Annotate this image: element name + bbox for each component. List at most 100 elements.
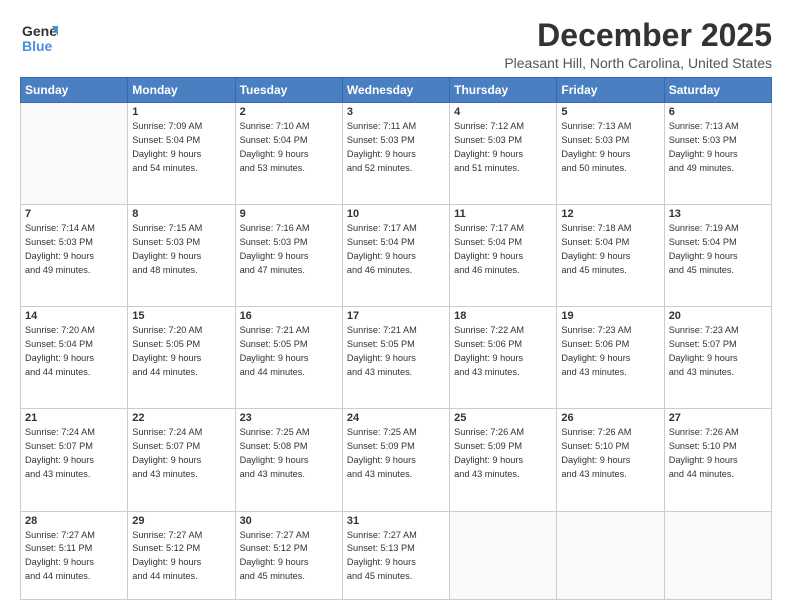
day-number: 17 bbox=[347, 310, 445, 322]
table-row: 16 Sunrise: 7:21 AMSunset: 5:05 PMDayligh… bbox=[235, 307, 342, 409]
day-number: 20 bbox=[669, 310, 767, 322]
day-info: Sunrise: 7:27 AMSunset: 5:12 PMDaylight:… bbox=[132, 529, 230, 584]
day-info: Sunrise: 7:15 AMSunset: 5:03 PMDaylight:… bbox=[132, 222, 230, 277]
page: General Blue December 2025 Pleasant Hill… bbox=[0, 0, 792, 612]
header-row: Sunday Monday Tuesday Wednesday Thursday… bbox=[21, 78, 772, 103]
day-number: 23 bbox=[240, 412, 338, 424]
day-info: Sunrise: 7:12 AMSunset: 5:03 PMDaylight:… bbox=[454, 120, 552, 175]
day-number: 18 bbox=[454, 310, 552, 322]
svg-text:General: General bbox=[22, 23, 58, 39]
day-number: 10 bbox=[347, 208, 445, 220]
day-info: Sunrise: 7:09 AMSunset: 5:04 PMDaylight:… bbox=[132, 120, 230, 175]
table-row: 19Sunrise: 7:23 AMSunset: 5:06 PMDayligh… bbox=[557, 307, 664, 409]
day-number: 13 bbox=[669, 208, 767, 220]
title-block: December 2025 Pleasant Hill, North Carol… bbox=[504, 18, 772, 71]
table-row: 30 Sunrise: 7:27 AMSunset: 5:12 PMDayligh… bbox=[235, 511, 342, 599]
table-row: 6Sunrise: 7:13 AMSunset: 5:03 PMDaylight… bbox=[664, 103, 771, 205]
day-number: 24 bbox=[347, 412, 445, 424]
day-number: 30 bbox=[240, 515, 338, 527]
day-info: Sunrise: 7:21 AMSunset: 5:05 PMDaylight:… bbox=[347, 324, 445, 379]
day-info: Sunrise: 7:13 AMSunset: 5:03 PMDaylight:… bbox=[561, 120, 659, 175]
day-info: Sunrise: 7:25 AMSunset: 5:09 PMDaylight:… bbox=[347, 426, 445, 481]
day-number: 7 bbox=[25, 208, 123, 220]
day-info: Sunrise: 7:14 AMSunset: 5:03 PMDaylight:… bbox=[25, 222, 123, 277]
day-info: Sunrise: 7:20 AMSunset: 5:04 PMDaylight:… bbox=[25, 324, 123, 379]
day-info: Sunrise: 7:22 AMSunset: 5:06 PMDaylight:… bbox=[454, 324, 552, 379]
day-info: Sunrise: 7:17 AMSunset: 5:04 PMDaylight:… bbox=[454, 222, 552, 277]
table-row: 8 Sunrise: 7:15 AMSunset: 5:03 PMDaylight… bbox=[128, 205, 235, 307]
day-number: 15 bbox=[132, 310, 230, 322]
day-number: 4 bbox=[454, 106, 552, 118]
table-row: 9 Sunrise: 7:16 AMSunset: 5:03 PMDaylight… bbox=[235, 205, 342, 307]
calendar-header: Sunday Monday Tuesday Wednesday Thursday… bbox=[21, 78, 772, 103]
table-row: 7 Sunrise: 7:14 AMSunset: 5:03 PMDaylight… bbox=[21, 205, 128, 307]
table-row: 14Sunrise: 7:20 AMSunset: 5:04 PMDayligh… bbox=[21, 307, 128, 409]
table-row bbox=[450, 511, 557, 599]
day-info: Sunrise: 7:26 AMSunset: 5:10 PMDaylight:… bbox=[669, 426, 767, 481]
table-row: 5 Sunrise: 7:13 AMSunset: 5:03 PMDaylight… bbox=[557, 103, 664, 205]
day-number: 5 bbox=[561, 106, 659, 118]
svg-text:Blue: Blue bbox=[22, 38, 53, 54]
day-number: 21 bbox=[25, 412, 123, 424]
table-row: 24 Sunrise: 7:25 AMSunset: 5:09 PMDayligh… bbox=[342, 409, 449, 511]
day-info: Sunrise: 7:11 AMSunset: 5:03 PMDaylight:… bbox=[347, 120, 445, 175]
day-number: 26 bbox=[561, 412, 659, 424]
day-number: 25 bbox=[454, 412, 552, 424]
day-info: Sunrise: 7:17 AMSunset: 5:04 PMDaylight:… bbox=[347, 222, 445, 277]
day-info: Sunrise: 7:21 AMSunset: 5:05 PMDaylight:… bbox=[240, 324, 338, 379]
day-number: 8 bbox=[132, 208, 230, 220]
logo-icon: General Blue bbox=[20, 18, 58, 56]
day-number: 27 bbox=[669, 412, 767, 424]
table-row: 27 Sunrise: 7:26 AMSunset: 5:10 PMDayligh… bbox=[664, 409, 771, 511]
day-number: 3 bbox=[347, 106, 445, 118]
day-info: Sunrise: 7:26 AMSunset: 5:10 PMDaylight:… bbox=[561, 426, 659, 481]
col-wednesday: Wednesday bbox=[342, 78, 449, 103]
table-row: 26 Sunrise: 7:26 AMSunset: 5:10 PMDayligh… bbox=[557, 409, 664, 511]
day-info: Sunrise: 7:26 AMSunset: 5:09 PMDaylight:… bbox=[454, 426, 552, 481]
day-info: Sunrise: 7:10 AMSunset: 5:04 PMDaylight:… bbox=[240, 120, 338, 175]
table-row: 11 Sunrise: 7:17 AMSunset: 5:04 PMDayligh… bbox=[450, 205, 557, 307]
table-row: 29Sunrise: 7:27 AMSunset: 5:12 PMDayligh… bbox=[128, 511, 235, 599]
table-row: 15 Sunrise: 7:20 AMSunset: 5:05 PMDayligh… bbox=[128, 307, 235, 409]
day-info: Sunrise: 7:19 AMSunset: 5:04 PMDaylight:… bbox=[669, 222, 767, 277]
table-row: 28 Sunrise: 7:27 AMSunset: 5:11 PMDayligh… bbox=[21, 511, 128, 599]
table-row: 25 Sunrise: 7:26 AMSunset: 5:09 PMDayligh… bbox=[450, 409, 557, 511]
day-info: Sunrise: 7:23 AMSunset: 5:06 PMDaylight:… bbox=[561, 324, 659, 379]
day-number: 2 bbox=[240, 106, 338, 118]
day-info: Sunrise: 7:20 AMSunset: 5:05 PMDaylight:… bbox=[132, 324, 230, 379]
day-info: Sunrise: 7:27 AMSunset: 5:11 PMDaylight:… bbox=[25, 529, 123, 584]
day-info: Sunrise: 7:27 AMSunset: 5:12 PMDaylight:… bbox=[240, 529, 338, 584]
day-number: 12 bbox=[561, 208, 659, 220]
table-row: 10 Sunrise: 7:17 AMSunset: 5:04 PMDayligh… bbox=[342, 205, 449, 307]
day-number: 31 bbox=[347, 515, 445, 527]
col-tuesday: Tuesday bbox=[235, 78, 342, 103]
col-saturday: Saturday bbox=[664, 78, 771, 103]
day-info: Sunrise: 7:24 AMSunset: 5:07 PMDaylight:… bbox=[25, 426, 123, 481]
table-row bbox=[664, 511, 771, 599]
day-info: Sunrise: 7:18 AMSunset: 5:04 PMDaylight:… bbox=[561, 222, 659, 277]
table-row: 1Sunrise: 7:09 AMSunset: 5:04 PMDaylight… bbox=[128, 103, 235, 205]
day-number: 9 bbox=[240, 208, 338, 220]
location-subtitle: Pleasant Hill, North Carolina, United St… bbox=[504, 55, 772, 71]
day-info: Sunrise: 7:16 AMSunset: 5:03 PMDaylight:… bbox=[240, 222, 338, 277]
table-row: 12 Sunrise: 7:18 AMSunset: 5:04 PMDayligh… bbox=[557, 205, 664, 307]
calendar-table: Sunday Monday Tuesday Wednesday Thursday… bbox=[20, 77, 772, 600]
day-number: 11 bbox=[454, 208, 552, 220]
table-row: 18 Sunrise: 7:22 AMSunset: 5:06 PMDayligh… bbox=[450, 307, 557, 409]
day-info: Sunrise: 7:27 AMSunset: 5:13 PMDaylight:… bbox=[347, 529, 445, 584]
day-number: 16 bbox=[240, 310, 338, 322]
table-row: 3 Sunrise: 7:11 AMSunset: 5:03 PMDaylight… bbox=[342, 103, 449, 205]
table-row: 20Sunrise: 7:23 AMSunset: 5:07 PMDayligh… bbox=[664, 307, 771, 409]
table-row: 23Sunrise: 7:25 AMSunset: 5:08 PMDayligh… bbox=[235, 409, 342, 511]
calendar-body: 1Sunrise: 7:09 AMSunset: 5:04 PMDaylight… bbox=[21, 103, 772, 600]
logo: General Blue bbox=[20, 18, 58, 56]
col-thursday: Thursday bbox=[450, 78, 557, 103]
col-sunday: Sunday bbox=[21, 78, 128, 103]
table-row: 22Sunrise: 7:24 AMSunset: 5:07 PMDayligh… bbox=[128, 409, 235, 511]
day-number: 28 bbox=[25, 515, 123, 527]
day-number: 22 bbox=[132, 412, 230, 424]
table-row: 2 Sunrise: 7:10 AMSunset: 5:04 PMDaylight… bbox=[235, 103, 342, 205]
table-row: 4 Sunrise: 7:12 AMSunset: 5:03 PMDaylight… bbox=[450, 103, 557, 205]
col-friday: Friday bbox=[557, 78, 664, 103]
table-row: 21 Sunrise: 7:24 AMSunset: 5:07 PMDayligh… bbox=[21, 409, 128, 511]
